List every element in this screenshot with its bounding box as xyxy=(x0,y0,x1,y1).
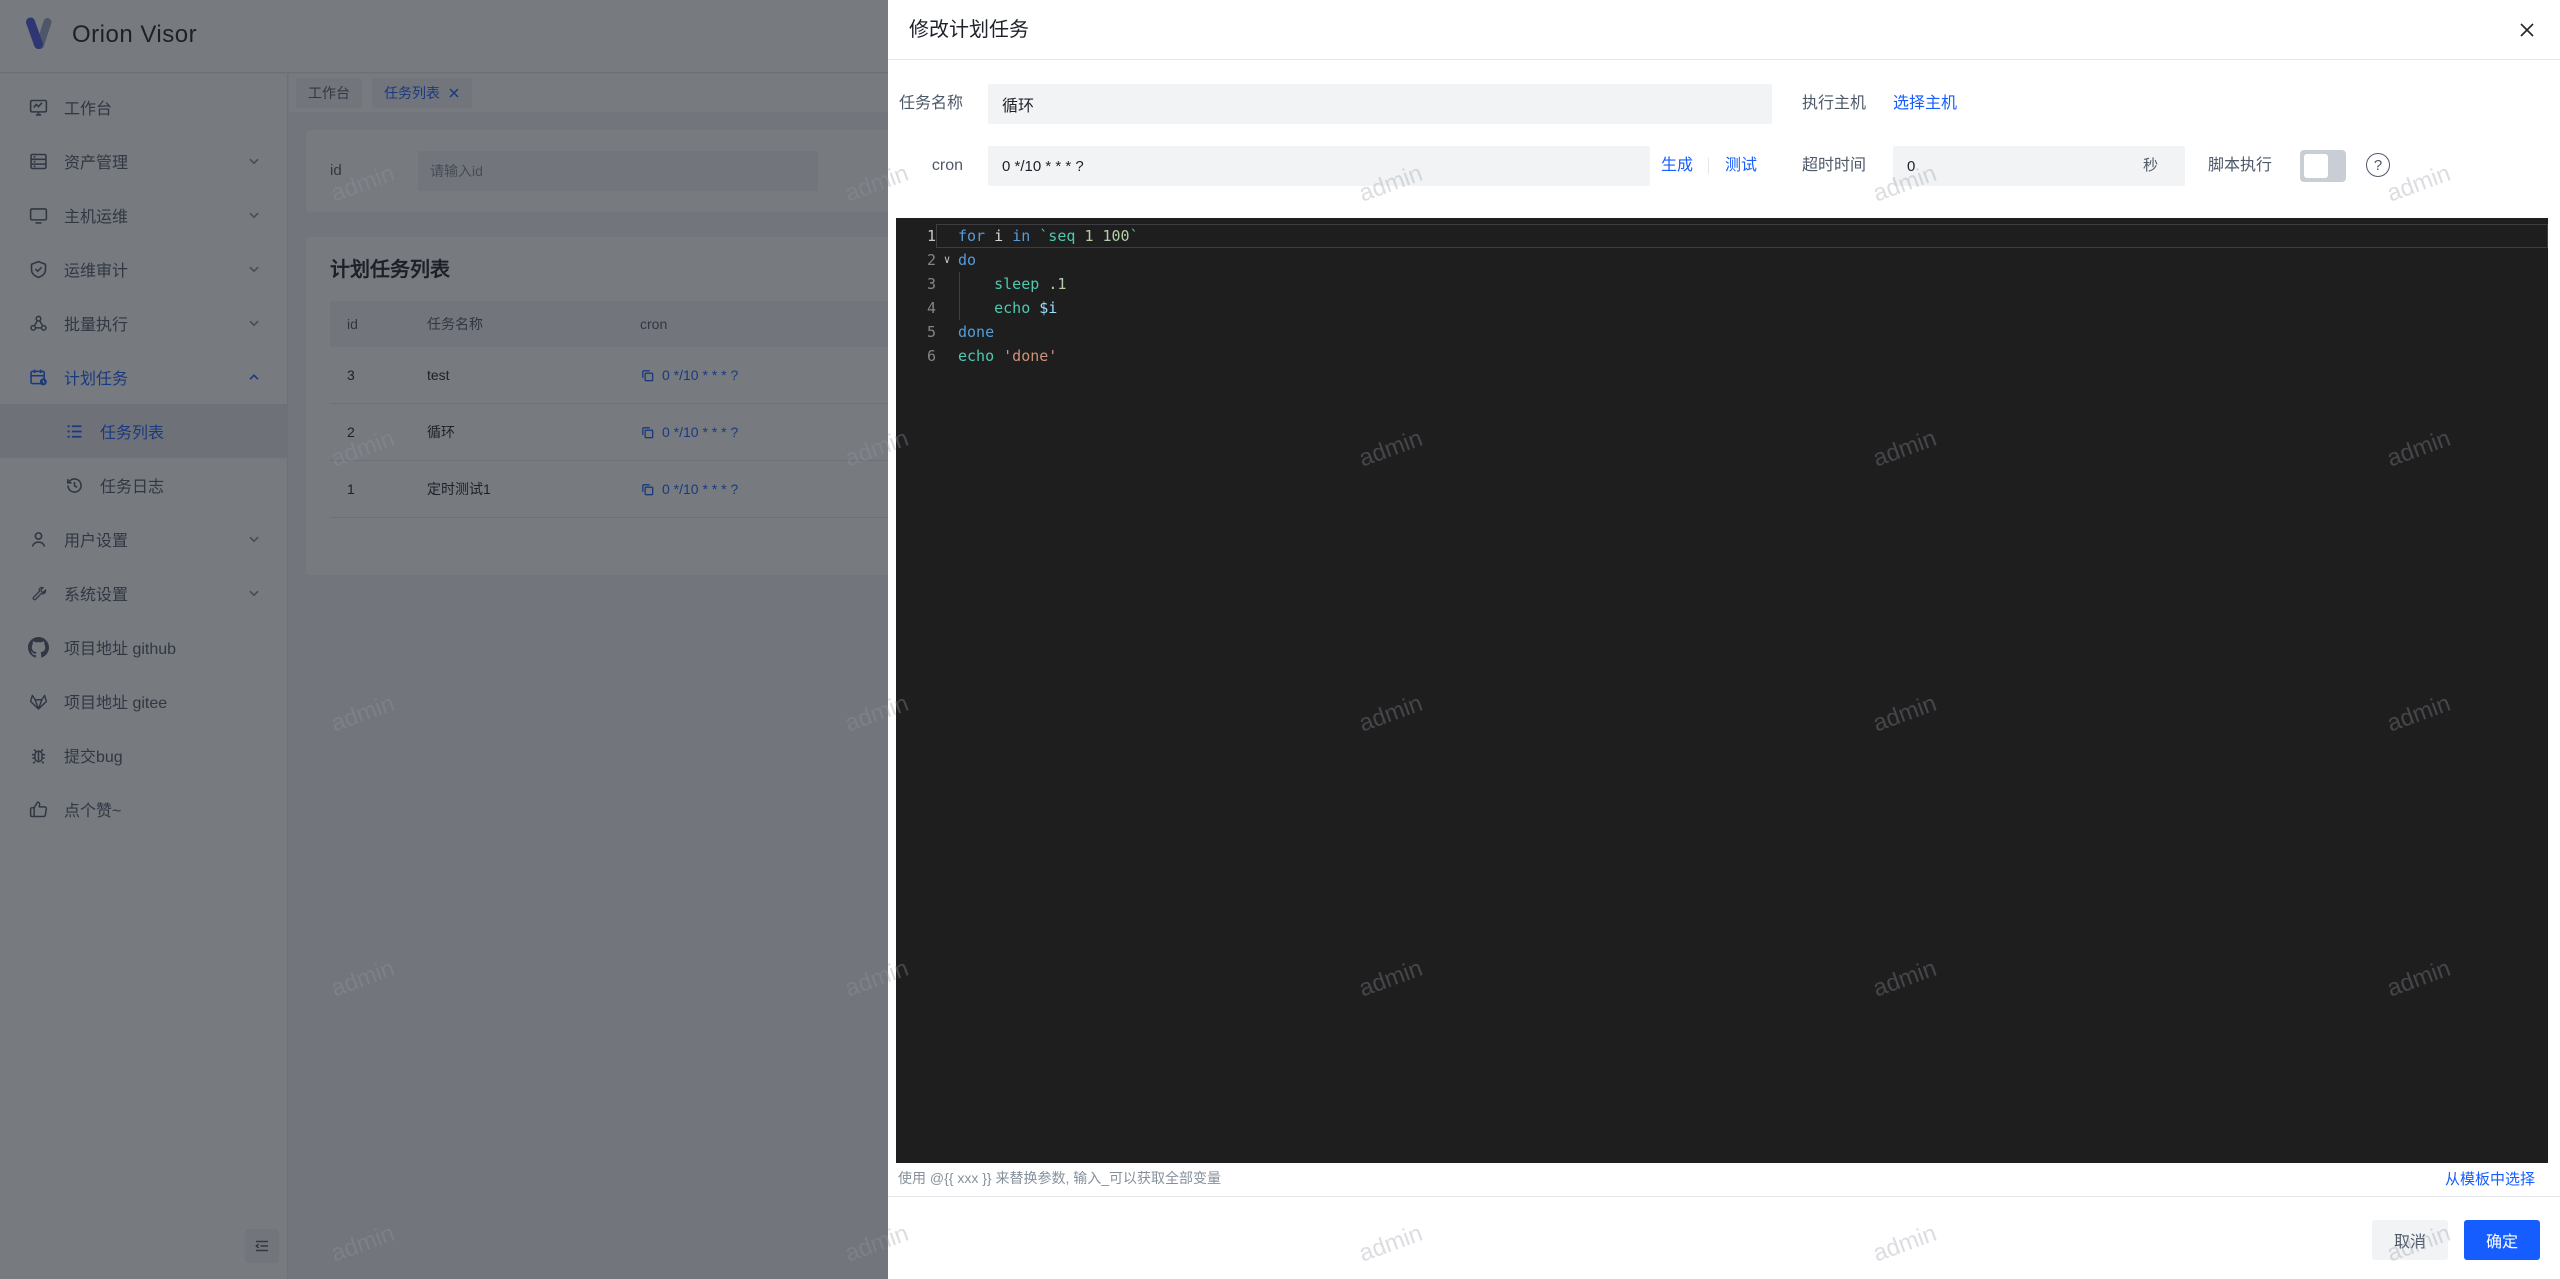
editor-line[interactable]: 4 echo $i xyxy=(896,296,2548,320)
code-line-text: do xyxy=(958,251,977,269)
fold-gutter xyxy=(936,320,958,344)
editor-line[interactable]: 2 ∨ do xyxy=(896,248,2548,272)
screen: Orion Visor 工作台 资产管理 xyxy=(0,0,2560,1279)
modal-title: 修改计划任务 xyxy=(909,19,1029,41)
editor-line[interactable]: 6 echo 'done' xyxy=(896,344,2548,368)
confirm-button[interactable]: 确定 xyxy=(2464,1220,2540,1260)
code-line-text: echo $i xyxy=(994,299,1058,317)
toggle-knob xyxy=(2304,154,2328,178)
fold-gutter xyxy=(936,272,958,296)
fold-gutter xyxy=(936,296,958,320)
parameter-hint-text: 使用 @{{ xxx }} 来替换参数, 输入_可以获取全部变量 xyxy=(898,1170,1222,1186)
cancel-button[interactable]: 取消 xyxy=(2372,1220,2448,1260)
timeout-label: 超时时间 xyxy=(1801,157,1866,174)
edit-task-modal: 修改计划任务 任务名称 执行主机 选择主机 cron 生成 测试 超时时间 秒 … xyxy=(888,0,2560,1279)
code-editor[interactable]: 1 for i in `seq 1 100` 2 ∨ do 3 sleep .1 4 ech… xyxy=(896,218,2548,1163)
timeout-unit: 秒 xyxy=(2143,157,2159,174)
editor-line[interactable]: 1 for i in `seq 1 100` xyxy=(896,224,2548,248)
test-cron-link[interactable]: 测试 xyxy=(1725,146,1757,186)
line-number: 1 xyxy=(926,227,936,245)
generate-cron-link[interactable]: 生成 xyxy=(1661,146,1693,186)
cron-label: cron xyxy=(931,157,963,174)
line-number: 3 xyxy=(926,275,936,293)
editor-line[interactable]: 5 done xyxy=(896,320,2548,344)
script-exec-toggle[interactable] xyxy=(2300,150,2346,182)
fold-gutter xyxy=(936,224,958,248)
code-line-text: for i in `seq 1 100` xyxy=(958,227,1139,245)
select-host-link[interactable]: 选择主机 xyxy=(1893,84,1957,124)
line-number: 2 xyxy=(926,251,936,269)
close-icon xyxy=(2518,21,2536,39)
fold-chevron-icon[interactable]: ∨ xyxy=(936,248,958,272)
modal-header: 修改计划任务 xyxy=(888,0,2560,60)
select-from-template-link[interactable]: 从模板中选择 xyxy=(2445,1168,2535,1189)
code-line-text: done xyxy=(958,323,995,341)
help-icon[interactable]: ? xyxy=(2366,153,2390,177)
fold-gutter xyxy=(936,344,958,368)
code-line-text: echo 'done' xyxy=(958,347,1058,365)
cron-input[interactable] xyxy=(988,146,1650,186)
editor-line[interactable]: 3 sleep .1 xyxy=(896,272,2548,296)
timeout-input[interactable] xyxy=(1893,146,2185,186)
indent-guide xyxy=(959,272,960,320)
line-number: 6 xyxy=(926,347,936,365)
code-editor-lines: 1 for i in `seq 1 100` 2 ∨ do 3 sleep .1 4 ech… xyxy=(896,224,2548,368)
task-name-input[interactable] xyxy=(988,84,1772,124)
line-number: 5 xyxy=(926,323,936,341)
line-number: 4 xyxy=(926,299,936,317)
modal-close-button[interactable] xyxy=(2514,17,2540,43)
exec-host-label: 执行主机 xyxy=(1801,95,1866,112)
code-line-text: sleep .1 xyxy=(994,275,1067,293)
footer-divider xyxy=(888,1196,2560,1197)
script-exec-label: 脚本执行 xyxy=(2208,157,2273,174)
task-name-label: 任务名称 xyxy=(898,95,963,112)
link-divider xyxy=(1708,158,1709,174)
